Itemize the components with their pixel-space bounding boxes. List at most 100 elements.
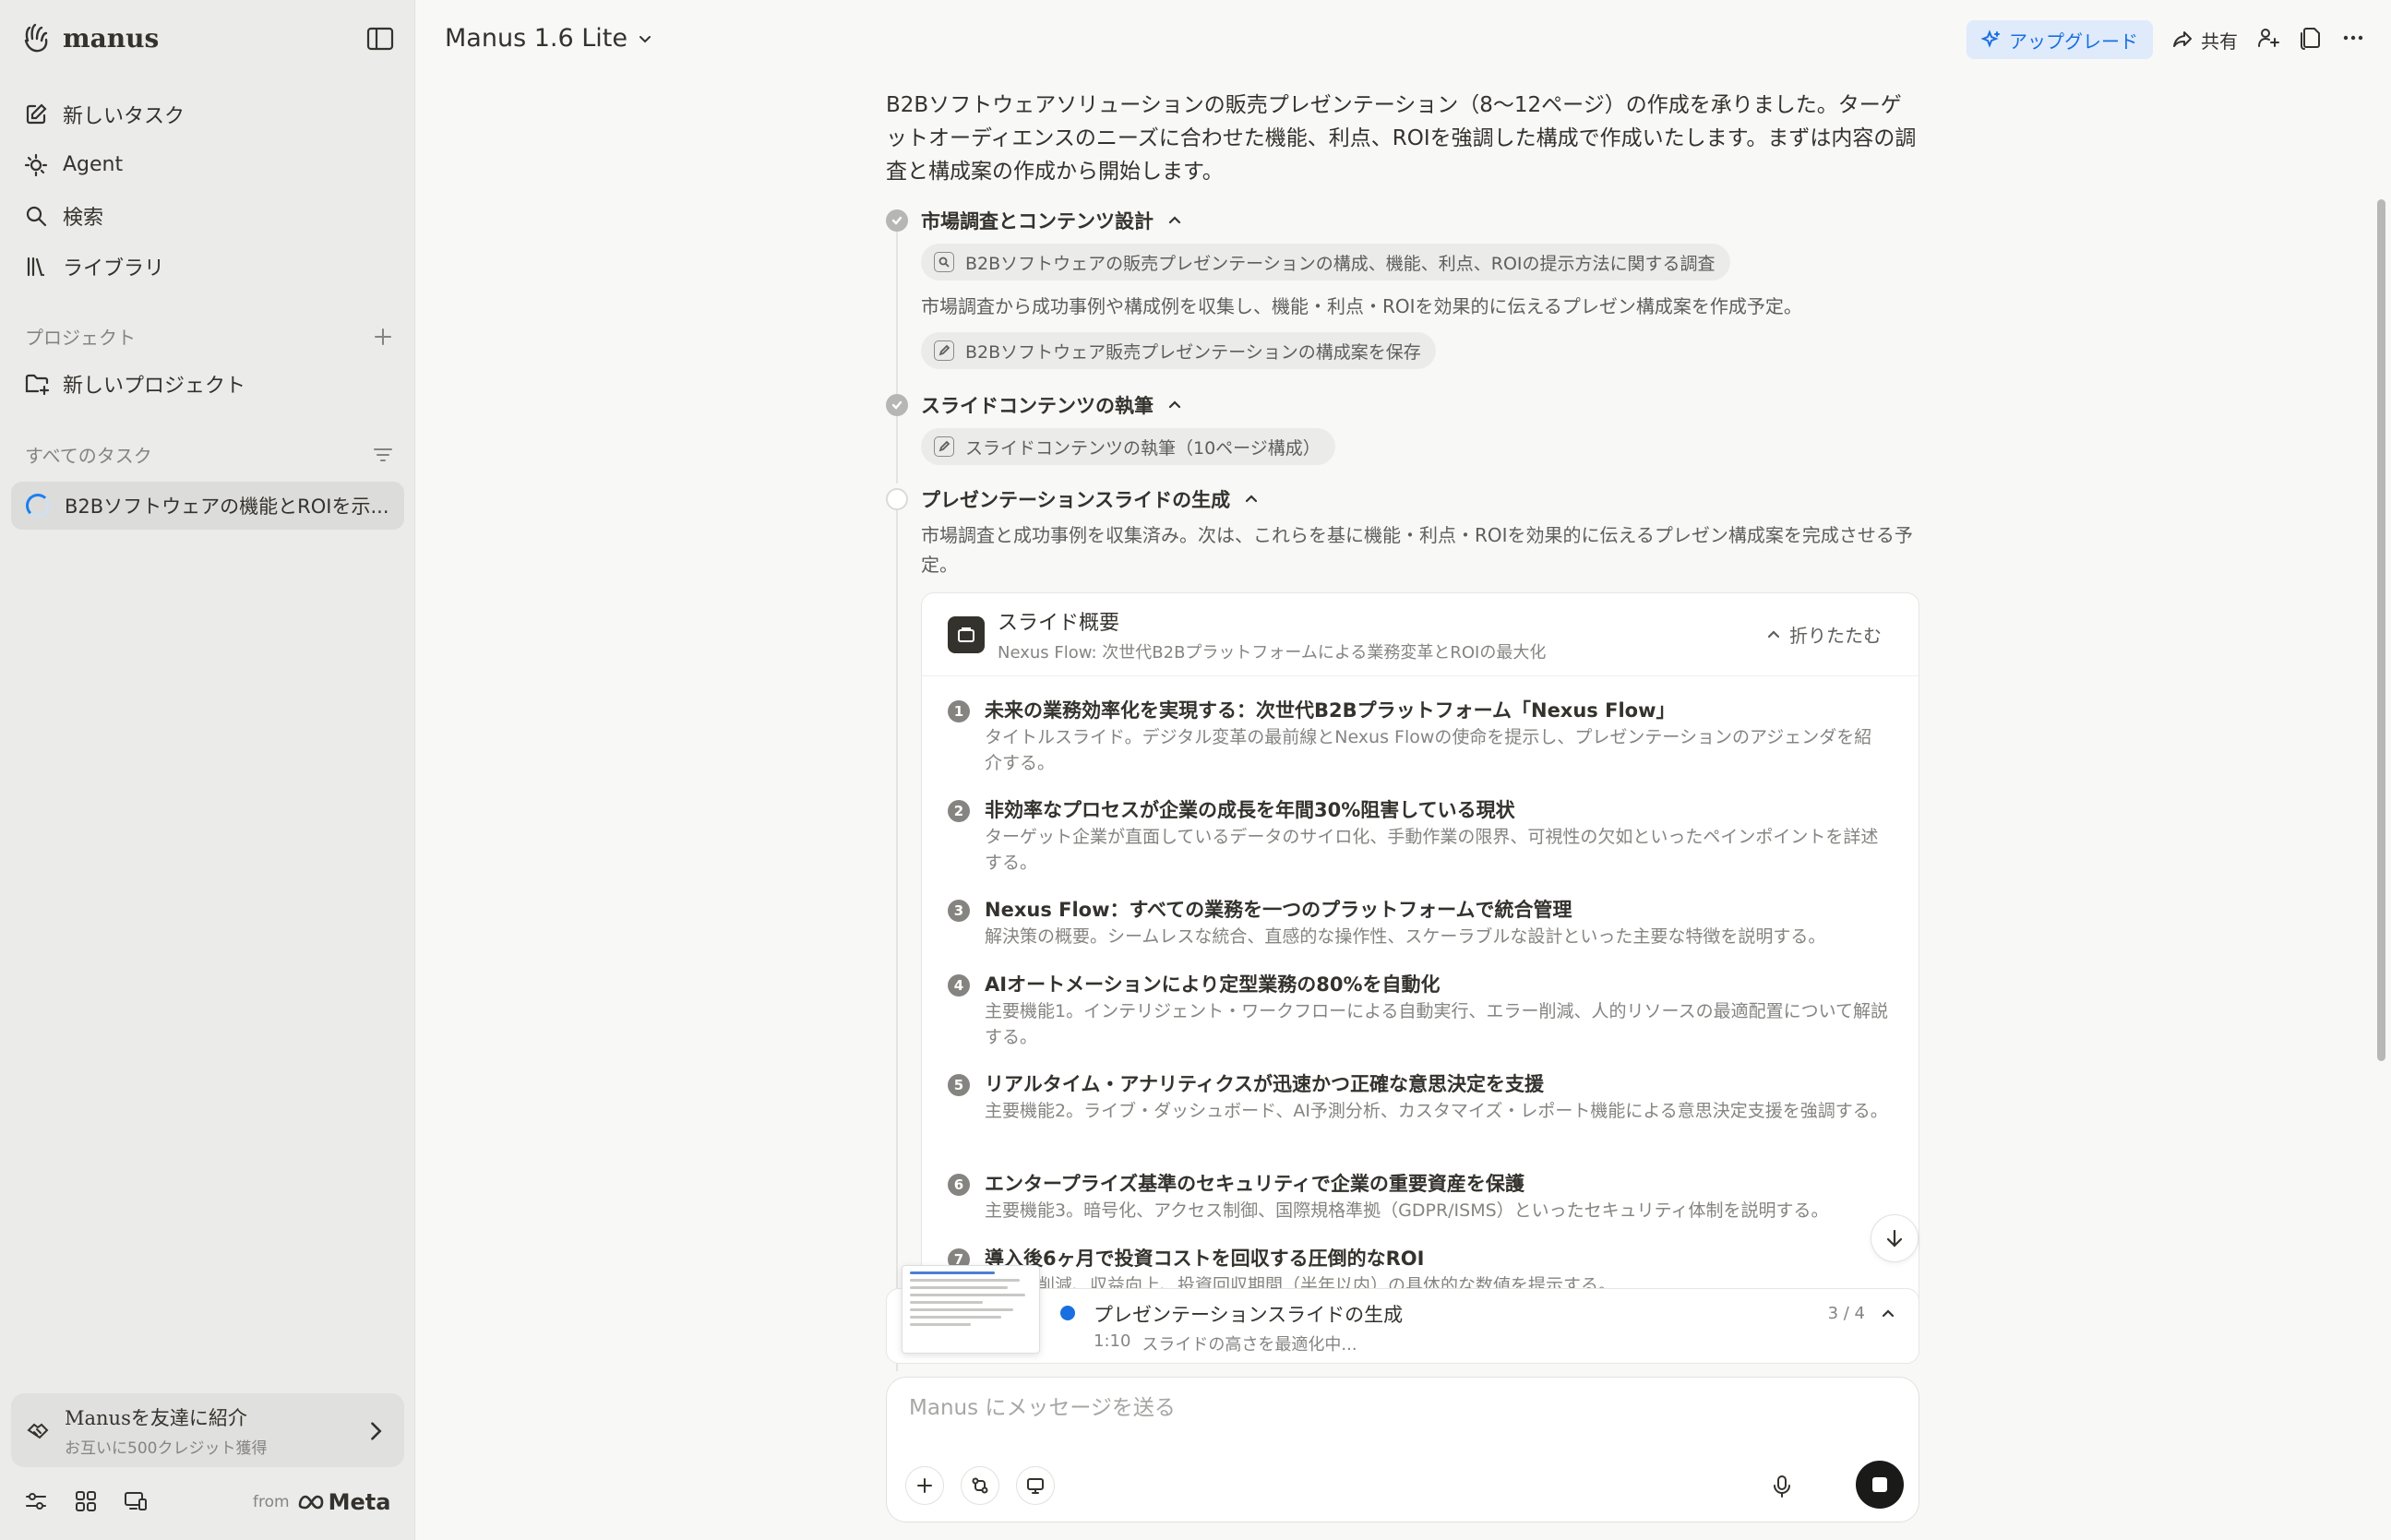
step-slide-generation[interactable]: プレゼンテーションスライドの生成	[886, 485, 1260, 513]
all-tasks-heading: すべてのタスク	[25, 445, 152, 467]
presentation-icon	[948, 615, 985, 653]
collapse-label: 折りたたむ	[1789, 625, 1882, 647]
list-item: 4 AIオートメーションにより定型業務の80%を自動化 主要機能1。インテリジェ…	[948, 971, 1888, 1070]
loading-spinner-icon	[26, 494, 50, 518]
connectors-icon	[972, 1477, 988, 1494]
message-composer	[886, 1377, 1919, 1522]
chevron-up-icon	[1246, 495, 1258, 503]
task-item-active[interactable]: B2Bソフトウェアの機能とROIを示...	[11, 482, 404, 530]
message-input[interactable]	[909, 1396, 1896, 1420]
upgrade-label: アップグレード	[2009, 30, 2138, 53]
step-content-writing[interactable]: スライドコンテンツの執筆	[886, 391, 1183, 419]
stop-icon	[1872, 1477, 1887, 1492]
apps-grid-icon[interactable]	[74, 1489, 98, 1513]
library-icon	[27, 257, 45, 276]
edit-icon	[934, 340, 954, 361]
attach-button[interactable]	[905, 1466, 944, 1505]
progress-status: 1:10 スライドの高さを最適化中...	[1094, 1331, 1357, 1355]
meta-label: Meta	[328, 1489, 391, 1515]
chevron-up-icon	[1168, 400, 1181, 409]
share-icon	[2173, 31, 2192, 47]
slide-thumbnail[interactable]	[902, 1265, 1040, 1354]
sparkle-icon	[1981, 30, 2000, 48]
list-item: 3 Nexus Flow：すべての業務を一つのプラットフォームで統合管理 解決策…	[948, 896, 1882, 971]
progress-title: プレゼンテーションスライドの生成	[1094, 1304, 1404, 1326]
sidebar-item-label: 新しいタスク	[63, 104, 185, 128]
timeline-line	[896, 504, 898, 1371]
devices-icon[interactable]	[124, 1489, 148, 1513]
slide-number: 6	[948, 1174, 970, 1196]
filter-icon[interactable]	[372, 444, 394, 466]
sidebar-item-new-task[interactable]: 新しいタスク	[13, 89, 404, 139]
outline-title: スライド概要	[998, 611, 1120, 635]
elapsed-time: 1:10	[1094, 1331, 1131, 1351]
settings-sliders-icon[interactable]	[24, 1489, 48, 1513]
meta-infinity-icon	[298, 1495, 323, 1510]
list-item: 5 リアルタイム・アナリティクスが迅速かつ正確な意思決定を支援 主要機能2。ライ…	[948, 1070, 1888, 1170]
projects-heading: プロジェクト	[25, 327, 136, 349]
files-button[interactable]	[2299, 26, 2323, 54]
slide-description: タイトルスライド。デジタル変革の最前線とNexus Flowの使命を提示し、プレ…	[985, 727, 1872, 773]
sidebar-toggle-icon[interactable]	[365, 26, 395, 52]
upgrade-button[interactable]: アップグレード	[1967, 20, 2153, 59]
slide-number: 3	[948, 900, 970, 922]
step-title: プレゼンテーションスライドの生成	[921, 489, 1231, 511]
new-project-label: 新しいプロジェクト	[63, 375, 246, 398]
referral-banner[interactable]: Manusを友達に紹介 お互いに500クレジット獲得	[11, 1393, 404, 1467]
microphone-icon[interactable]	[1769, 1474, 1795, 1499]
step-title: スライドコンテンツの執筆	[921, 395, 1154, 417]
sidebar-footer-tools	[24, 1489, 148, 1513]
monitor-icon	[1027, 1478, 1044, 1494]
sidebar-item-label: Agent	[63, 153, 124, 176]
header-actions: アップグレード 共有	[1967, 20, 2365, 59]
manus-hand-icon	[24, 23, 48, 53]
more-options-button[interactable]	[2341, 26, 2365, 54]
slide-description: 主要機能3。暗号化、アクセス制御、国際規格準拠（GDPR/ISMS）といったセキ…	[985, 1200, 1829, 1221]
slide-list: 1 未来の業務効率化を実現する：次世代B2Bプラットフォーム「Nexus Flo…	[922, 676, 1919, 1344]
connectors-button[interactable]	[961, 1466, 999, 1505]
composer-tools	[905, 1466, 1055, 1505]
slide-title: 導入後6ヶ月で投資コストを回収する圧倒的なROI	[985, 1248, 1425, 1270]
sidebar-item-new-project[interactable]: 新しいプロジェクト	[24, 369, 245, 399]
save-action-pill[interactable]: B2Bソフトウェア販売プレゼンテーションの構成案を保存	[921, 332, 1436, 369]
check-circle-icon	[886, 394, 908, 416]
slide-title: リアルタイム・アナリティクスが迅速かつ正確な意思決定を支援	[985, 1073, 1545, 1095]
edit-icon	[26, 102, 47, 124]
share-button[interactable]: 共有	[2171, 27, 2238, 54]
add-collaborator-button[interactable]	[2256, 26, 2280, 54]
projects-section-header: プロジェクト	[25, 323, 394, 350]
conversation: B2Bソフトウェアソリューションの販売プレゼンテーション（8〜12ページ）の作成…	[886, 89, 1919, 1371]
plus-icon[interactable]	[372, 326, 394, 348]
slide-number: 5	[948, 1074, 970, 1096]
slide-number: 4	[948, 974, 970, 997]
research-action-pill[interactable]: B2Bソフトウェアの販売プレゼンテーションの構成、機能、利点、ROIの提示方法に…	[921, 244, 1730, 281]
from-meta: from Meta	[253, 1489, 390, 1515]
scroll-to-bottom-button[interactable]	[1871, 1214, 1919, 1262]
scrollbar[interactable]	[2377, 199, 2385, 1061]
model-selector[interactable]: Manus 1.6 Lite	[445, 24, 653, 53]
collapse-button[interactable]: 折りたたむ	[1765, 621, 1882, 648]
sidebar-item-label: 検索	[63, 206, 104, 230]
writing-action-pill[interactable]: スライドコンテンツの執筆（10ページ構成）	[921, 428, 1335, 465]
chevron-up-icon[interactable]	[1880, 1306, 1896, 1322]
step-note: 市場調査と成功事例を収集済み。次は、これらを基に機能・利点・ROIを効果的に伝え…	[921, 524, 1913, 576]
search-icon	[934, 252, 954, 272]
referral-title: Manusを友達に紹介	[65, 1406, 247, 1429]
chevron-right-icon	[371, 1422, 382, 1440]
sidebar-item-agent[interactable]: Agent	[13, 139, 404, 190]
task-progress-bar[interactable]: プレゼンテーションスライドの生成 1:10 スライドの高さを最適化中... 3 …	[886, 1265, 1919, 1364]
step-note: 市場調査から成功事例や構成例を収集し、機能・利点・ROIを効果的に伝えるプレゼン…	[921, 295, 1802, 317]
user-plus-icon	[2258, 29, 2279, 47]
status-text: スライドの高さを最適化中...	[1142, 1335, 1357, 1355]
step-counter: 3 / 4	[1827, 1304, 1865, 1323]
step-market-research[interactable]: 市場調査とコンテンツ設計	[886, 207, 1183, 234]
pill-label: スライドコンテンツの執筆（10ページ構成）	[965, 437, 1321, 459]
computer-button[interactable]	[1016, 1466, 1055, 1505]
manus-logo[interactable]: manus	[18, 20, 159, 55]
sidebar-item-search[interactable]: 検索	[13, 190, 404, 241]
stop-button[interactable]	[1856, 1461, 1904, 1509]
assistant-message: B2Bソフトウェアソリューションの販売プレゼンテーション（8〜12ページ）の作成…	[886, 93, 1917, 184]
sidebar-item-library[interactable]: ライブラリ	[13, 241, 404, 292]
search-icon	[26, 206, 47, 226]
share-label: 共有	[2201, 30, 2238, 53]
